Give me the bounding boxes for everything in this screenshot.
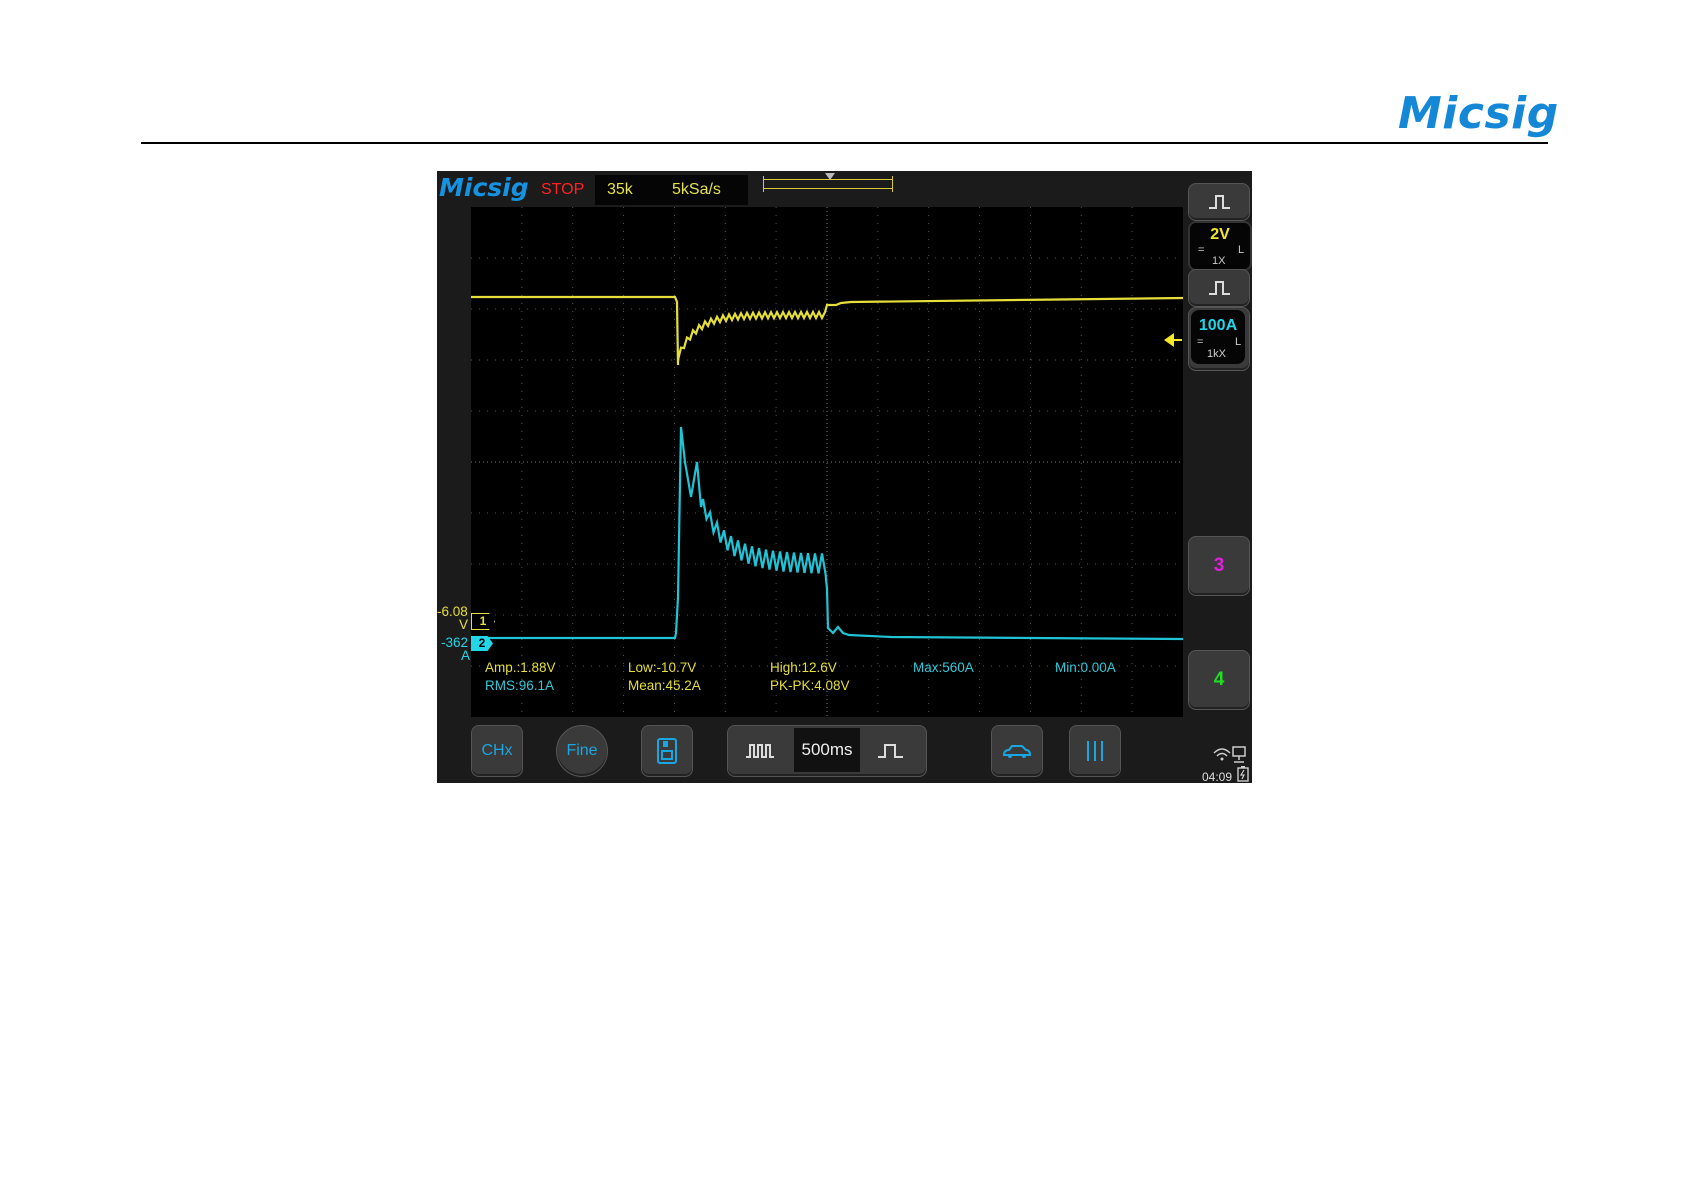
ch1-offset-unit: V	[459, 617, 469, 632]
measurement-pkpk: PK-PK:4.08V	[770, 678, 850, 693]
clock: 04:09	[1202, 770, 1233, 783]
measurement-amp: Amp.:1.88V	[485, 660, 556, 675]
cursor-lines-icon	[1087, 741, 1103, 761]
measurement-min: Min:0.00A	[1055, 660, 1116, 675]
memory-depth: 35k	[607, 181, 633, 198]
pulse-icon	[1209, 281, 1230, 295]
auto-button[interactable]	[991, 725, 1043, 777]
acquisition-info[interactable]: 35k 5kSa/s	[595, 175, 748, 205]
cursor-button[interactable]	[1069, 725, 1121, 777]
measurement-high: High:12.6V	[770, 660, 837, 675]
ch2-bandwidth: L	[1235, 336, 1242, 348]
wifi-network-icon	[1213, 746, 1246, 763]
ch4-label: 4	[1213, 669, 1225, 690]
ch2-settings[interactable]: 100A = L 1kX	[1191, 310, 1245, 364]
rising-edge-icon	[1209, 195, 1230, 209]
ch1-bandwidth: L	[1238, 244, 1245, 256]
save-icon	[657, 738, 677, 764]
single-pulse-icon	[878, 744, 903, 758]
car-icon	[1002, 745, 1032, 758]
measurement-mean: Mean:45.2A	[628, 678, 701, 693]
center-axes	[471, 207, 1183, 717]
battery-icon	[1237, 766, 1249, 782]
ch2-probe: 1kX	[1207, 348, 1226, 360]
fine-button[interactable]: Fine	[556, 725, 608, 777]
measurement-rms: RMS:96.1A	[485, 678, 555, 693]
waveform-display[interactable]: Amp.:1.88V RMS:96.1A Low:-10.7V Mean:45.…	[471, 207, 1183, 717]
measurement-max: Max:560A	[913, 660, 974, 675]
ch2-coupling: =	[1197, 336, 1204, 348]
trigger-level-tail	[1172, 339, 1182, 341]
timebase-value[interactable]: 500ms	[794, 728, 860, 772]
ch3-button[interactable]: 3	[1188, 536, 1250, 596]
chx-button[interactable]: CHx	[471, 725, 523, 777]
waveform-canvas	[471, 207, 1183, 717]
sample-rate: 5kSa/s	[672, 181, 721, 198]
ch2-offset-unit: A	[461, 648, 471, 663]
ch2-waveform	[471, 426, 1183, 641]
ch1-falling-edge-button[interactable]	[1188, 269, 1250, 307]
ch1-settings[interactable]: 2V = L 1X	[1188, 221, 1252, 271]
ch3-label: 3	[1213, 555, 1225, 576]
waveform-position-bar[interactable]	[763, 176, 893, 192]
ch1-coupling: =	[1198, 244, 1205, 256]
ch2-scale: 100A	[1198, 317, 1238, 334]
waveform-position-marker[interactable]	[825, 173, 835, 180]
measurement-low: Low:-10.7V	[628, 660, 697, 675]
scope-logo: Micsig	[439, 173, 529, 202]
ch1-scale: 2V	[1210, 226, 1230, 243]
ch1-rising-edge-button[interactable]	[1188, 183, 1250, 221]
header-rule	[141, 142, 1548, 144]
oscilloscope-screenshot: Micsig STOP 35k 5kSa/s T Amp.:1.88V RMS:…	[437, 171, 1252, 783]
micsig-brand-logo: Micsig	[1398, 88, 1559, 139]
ch4-button[interactable]: 4	[1188, 650, 1250, 710]
pulse-train-icon	[746, 744, 774, 758]
run-state-indicator[interactable]: STOP	[541, 181, 584, 199]
save-button[interactable]	[641, 725, 693, 777]
ch1-probe: 1X	[1212, 255, 1226, 267]
ch2-button-frame[interactable]: 100A = L 1kX	[1188, 307, 1250, 371]
